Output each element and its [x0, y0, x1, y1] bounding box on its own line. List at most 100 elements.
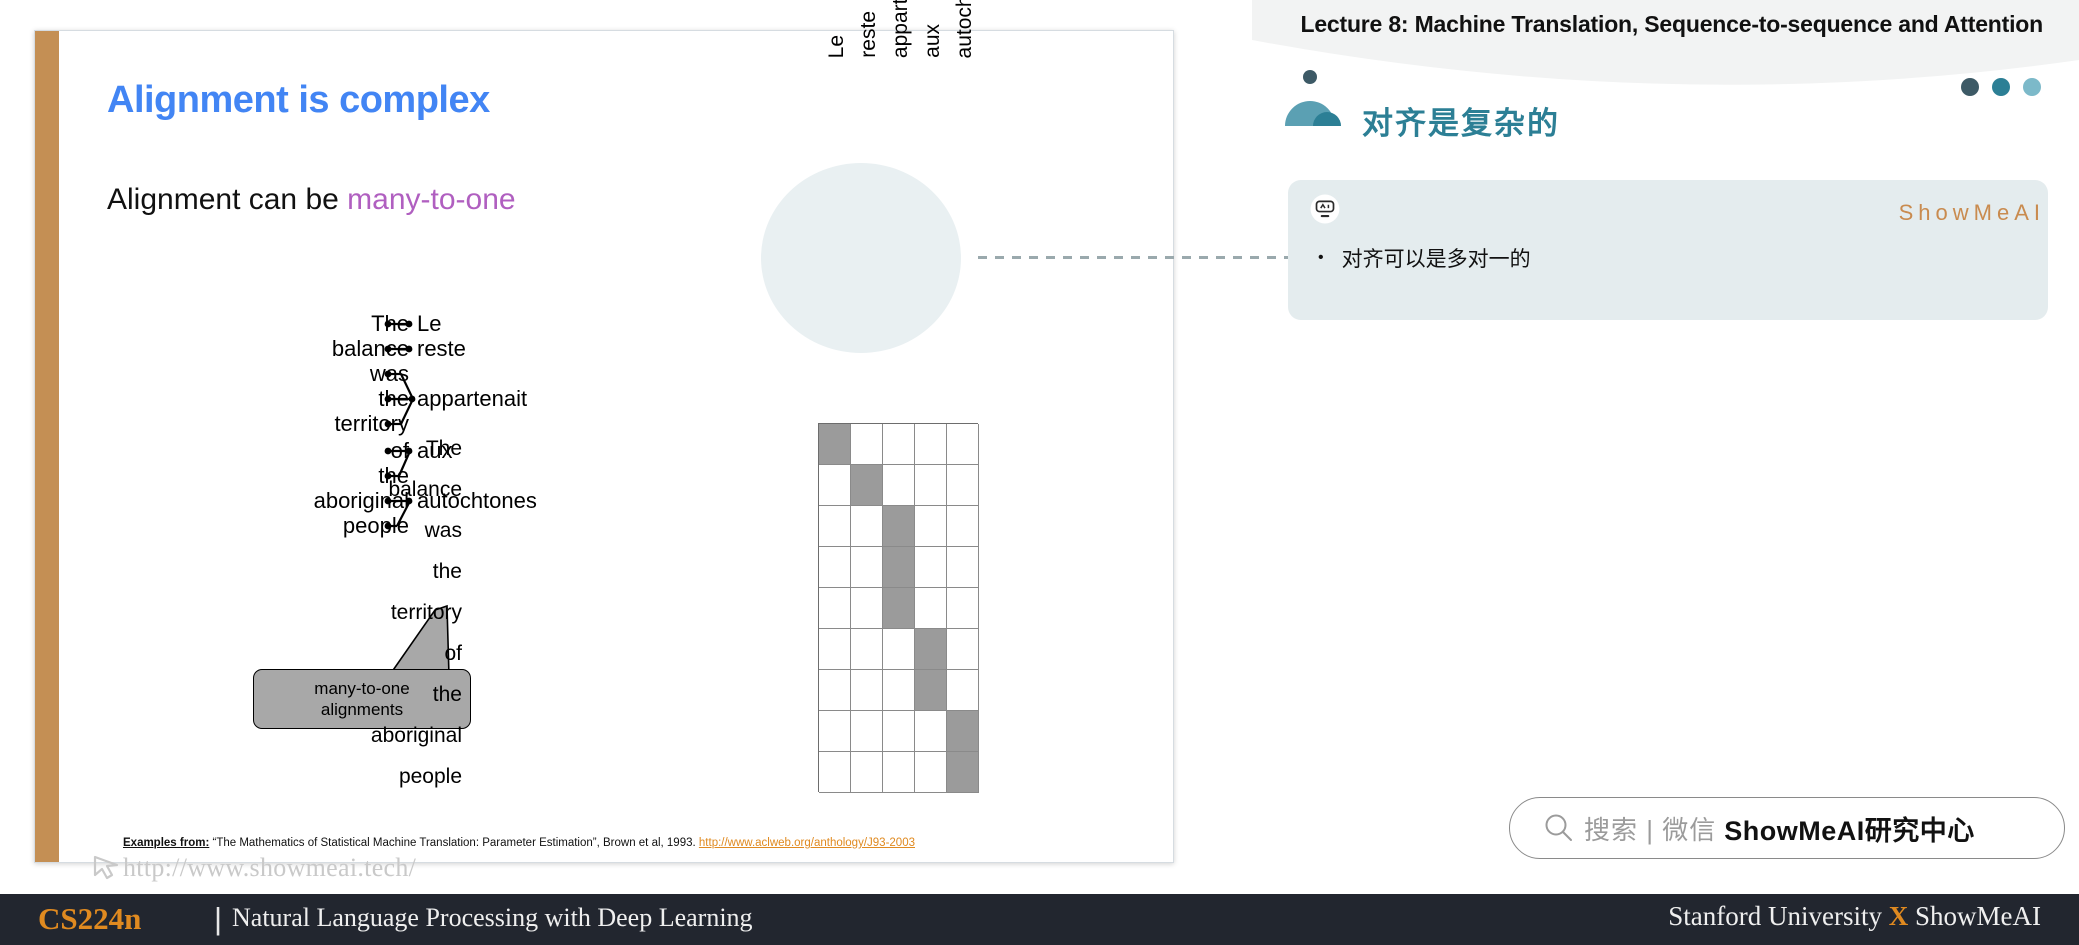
- matrix-cell: [819, 424, 851, 465]
- matrix-cell: [883, 424, 915, 465]
- matrix-cell: [819, 752, 851, 793]
- matrix-cell: [915, 752, 947, 793]
- target-word: Le: [417, 311, 442, 336]
- matrix-cell: [851, 465, 883, 506]
- matrix-cell: [883, 670, 915, 711]
- callout-line-2: alignments: [320, 700, 404, 719]
- header-dot: [2023, 78, 2041, 96]
- cursor-icon: [93, 855, 119, 880]
- matrix-cell: [883, 629, 915, 670]
- matrix-cell: [915, 424, 947, 465]
- search-icon: [1545, 814, 1572, 841]
- matrix-cell: [947, 588, 979, 629]
- matrix-row-header: balance: [388, 478, 462, 501]
- citation: Examples from: “The Mathematics of Stati…: [123, 837, 915, 849]
- matrix-cell: [947, 547, 979, 588]
- source-word: was: [369, 361, 409, 386]
- search-box[interactable]: 搜索 | 微信 ShowMeAI研究中心: [1509, 797, 2065, 859]
- matrix-row-header: of: [444, 642, 462, 665]
- source-word: The: [371, 311, 409, 336]
- screenshot-root: Alignment is complex Alignment can be ma…: [0, 0, 2079, 945]
- matrix-col-header: autochtones: [953, 0, 976, 58]
- matrix-cell: [851, 752, 883, 793]
- search-placeholder: 搜索 | 微信: [1584, 814, 1717, 845]
- matrix-cell: [851, 629, 883, 670]
- matrix-cell: [883, 711, 915, 752]
- matrix-cell: [883, 547, 915, 588]
- source-word: balance: [331, 336, 409, 361]
- citation-prefix: Examples from:: [123, 837, 210, 849]
- matrix-col-header: Le: [825, 34, 848, 58]
- matrix-cell: [851, 711, 883, 752]
- matrix-cell: [915, 670, 947, 711]
- matrix-cell: [851, 547, 883, 588]
- source-word: territory: [334, 411, 409, 436]
- matrix-col-header: reste: [857, 11, 880, 58]
- footer-university: Stanford University: [1668, 901, 1889, 931]
- footer-course-name: Natural Language Processing with Deep Le…: [232, 903, 753, 932]
- matrix-cell: [947, 629, 979, 670]
- matrix-cell: [819, 629, 851, 670]
- citation-link[interactable]: http://www.aclweb.org/anthology/J93-2003: [699, 837, 915, 849]
- matrix-cell: [915, 465, 947, 506]
- matrix-cell: [819, 711, 851, 752]
- header-dot: [1961, 78, 1979, 96]
- watermark-url: http://www.showmeai.tech/: [123, 853, 417, 882]
- matrix-col-header: appartenait: [889, 0, 912, 58]
- matrix-cell: [947, 670, 979, 711]
- matrix-row-header: the: [432, 560, 462, 583]
- matrix-cell: [883, 588, 915, 629]
- connector-dashed-line: [978, 256, 1292, 259]
- matrix-cell: [819, 547, 851, 588]
- matrix-row-header: territory: [390, 601, 462, 624]
- bullet-icon: •: [1318, 249, 1324, 266]
- teal-decoration-icon: [1285, 70, 1341, 126]
- matrix-cell: [915, 547, 947, 588]
- header-dots: [1961, 78, 2041, 96]
- matrix-cell: [851, 670, 883, 711]
- ai-robot-icon: [1310, 194, 1340, 224]
- slide-subtitle: Alignment can be many-to-one: [107, 183, 516, 217]
- matrix-cell: [947, 424, 979, 465]
- target-word: appartenait: [417, 386, 528, 411]
- search-brand: ShowMeAI研究中心: [1724, 815, 1975, 846]
- target-word: reste: [417, 336, 466, 361]
- matrix-cell: [819, 465, 851, 506]
- matrix-grid: [818, 423, 979, 793]
- source-word: of: [390, 438, 409, 463]
- matrix-cell: [915, 629, 947, 670]
- matrix-cell: [883, 752, 915, 793]
- matrix-row-header: the: [432, 683, 462, 706]
- note-brand: ShowMeAI: [1898, 200, 2045, 225]
- slide-accent-bar: [35, 31, 59, 862]
- decorative-blob: [761, 163, 961, 353]
- matrix-cell: [883, 465, 915, 506]
- source-word: people: [342, 513, 409, 538]
- matrix-cell: [819, 670, 851, 711]
- matrix-cell: [819, 506, 851, 547]
- alignment-link-diagram: The balance was the territory of the abo…: [185, 311, 605, 611]
- source-word: the: [378, 386, 409, 411]
- matrix-cell: [947, 506, 979, 547]
- header-dot: [1992, 78, 2010, 96]
- matrix-cell: [883, 506, 915, 547]
- matrix-cell: [819, 588, 851, 629]
- slide-title: Alignment is complex: [107, 79, 490, 121]
- footer-x: X: [1888, 901, 1909, 931]
- matrix-cell: [851, 506, 883, 547]
- matrix-row-header: The: [425, 437, 462, 460]
- footer-partner: ShowMeAI: [1908, 901, 2041, 931]
- matrix-col-header: aux: [921, 24, 944, 58]
- matrix-cell: [915, 711, 947, 752]
- note-item-text: 对齐可以是多对一的: [1341, 248, 1531, 271]
- matrix-row-header: people: [398, 765, 462, 788]
- chinese-section-title: 对齐是复杂的: [1362, 106, 1560, 141]
- matrix-cell: [947, 752, 979, 793]
- matrix-cell: [947, 465, 979, 506]
- matrix-cell: [947, 711, 979, 752]
- subtitle-highlight: many-to-one: [347, 183, 516, 216]
- matrix-cell: [851, 424, 883, 465]
- subtitle-plain: Alignment can be: [107, 183, 348, 216]
- matrix-cell: [851, 588, 883, 629]
- matrix-cell: [915, 588, 947, 629]
